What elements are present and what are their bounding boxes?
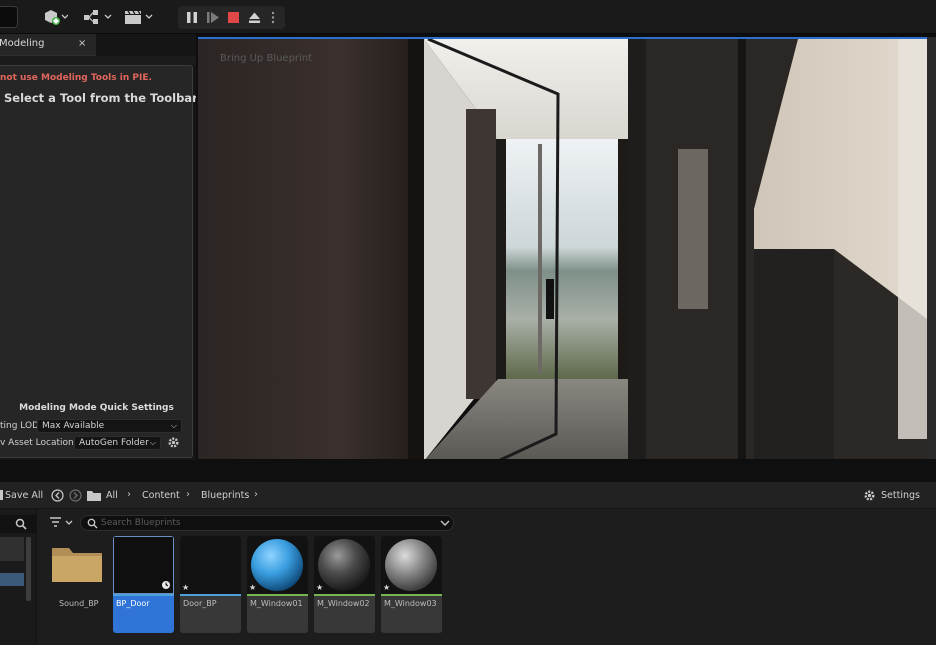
search-icon xyxy=(87,518,98,529)
star-icon: ★ xyxy=(383,583,391,592)
panel-splitter[interactable] xyxy=(0,460,936,482)
breadcrumb-separator: › xyxy=(127,489,131,500)
breadcrumb-all[interactable]: All xyxy=(106,490,118,501)
asset-type-bar xyxy=(180,594,241,596)
blueprint-button[interactable] xyxy=(83,7,112,27)
viewport-side-toolbar xyxy=(927,37,936,459)
pause-icon[interactable] xyxy=(184,10,200,25)
asset-folder-sound-bp[interactable]: Sound_BP xyxy=(48,536,109,633)
tab-modeling[interactable]: Modeling × xyxy=(0,34,96,56)
breadcrumb-blueprints[interactable]: Blueprints xyxy=(201,490,249,501)
sources-item-selected[interactable] xyxy=(0,573,24,586)
settings-button[interactable]: Settings xyxy=(881,490,920,501)
asset-type-bar xyxy=(314,594,375,596)
lod-dropdown[interactable]: Max Available ⌵ xyxy=(37,419,182,433)
unreal-editor: Modeling × not use Modeling Tools in PIE… xyxy=(0,0,936,645)
modeling-panel: not use Modeling Tools in PIE. Select a … xyxy=(0,65,198,458)
eject-icon[interactable] xyxy=(247,10,263,25)
asset-m-window01[interactable]: ★ M_Window01 xyxy=(247,536,308,633)
sources-item[interactable] xyxy=(0,537,24,561)
sources-panel xyxy=(0,509,37,645)
search-icon[interactable] xyxy=(15,518,27,530)
mode-selector[interactable] xyxy=(0,6,18,28)
asset-name: BP_Door xyxy=(116,599,150,608)
asset-m-window03[interactable]: ★ M_Window03 xyxy=(381,536,442,633)
chevron-down-icon[interactable] xyxy=(440,520,450,527)
asset-name: M_Window01 xyxy=(250,599,303,608)
filter-button[interactable] xyxy=(49,516,76,530)
clock-icon xyxy=(162,581,170,589)
lod-value: Max Available xyxy=(42,421,105,431)
filter-icon xyxy=(50,517,61,527)
search-placeholder: Search Blueprints xyxy=(101,518,181,528)
asset-bp-door[interactable]: BP_Door xyxy=(113,536,174,633)
pie-warning-text: not use Modeling Tools in PIE. xyxy=(0,73,152,83)
search-blueprints-input[interactable]: Search Blueprints xyxy=(80,515,454,531)
forward-icon[interactable] xyxy=(69,489,82,502)
tab-modeling-label: Modeling xyxy=(0,38,45,49)
star-icon: ★ xyxy=(249,583,257,592)
add-actor-button[interactable] xyxy=(42,7,68,27)
save-all-button[interactable]: Save All xyxy=(5,490,43,501)
asset-location-value: AutoGen Folder xyxy=(79,438,149,448)
asset-type-bar xyxy=(381,594,442,596)
blueprint-icon xyxy=(84,10,112,24)
level-viewport[interactable]: Bring Up Blueprint xyxy=(198,37,927,459)
asset-name: M_Window02 xyxy=(317,599,370,608)
folder-icon xyxy=(87,491,101,501)
viewport-scene: Bring Up Blueprint xyxy=(198,39,927,459)
more-options-icon[interactable] xyxy=(268,10,278,25)
play-controls xyxy=(178,6,285,29)
breadcrumb-separator: › xyxy=(186,489,190,500)
save-icon xyxy=(0,490,3,500)
asset-location-label: v Asset Location xyxy=(0,438,74,448)
panel-divider xyxy=(0,56,196,65)
asset-type-bar xyxy=(247,594,308,596)
asset-door-bp[interactable]: ★ Door_BP xyxy=(180,536,241,633)
main-toolbar xyxy=(0,0,936,34)
gear-icon[interactable] xyxy=(167,436,180,449)
back-icon[interactable] xyxy=(51,489,64,502)
folder-icon xyxy=(52,548,102,582)
add-actor-icon xyxy=(45,10,68,25)
clapperboard-icon xyxy=(125,10,153,24)
asset-name: M_Window03 xyxy=(384,599,437,608)
quick-settings-title: Modeling Mode Quick Settings xyxy=(19,403,174,413)
star-icon: ★ xyxy=(316,583,324,592)
cinematics-button[interactable] xyxy=(124,7,154,27)
frame-advance-icon[interactable] xyxy=(205,10,221,25)
asset-name: Door_BP xyxy=(183,599,217,608)
asset-type-bar xyxy=(113,594,174,596)
select-tool-hint: Select a Tool from the Toolbar xyxy=(4,91,198,105)
chevron-down-icon: ⌵ xyxy=(149,438,156,447)
breadcrumb-separator: › xyxy=(254,489,258,500)
sources-scrollbar[interactable] xyxy=(26,537,31,601)
chevron-down-icon: ⌵ xyxy=(170,421,177,430)
content-browser-toolbar: Save All All › Content › Blueprints › Se… xyxy=(0,482,936,509)
asset-location-dropdown[interactable]: AutoGen Folder ⌵ xyxy=(74,436,161,450)
star-icon: ★ xyxy=(182,583,190,592)
gear-icon[interactable] xyxy=(863,489,876,502)
asset-m-window02[interactable]: ★ M_Window02 xyxy=(314,536,375,633)
lod-label: ting LOD xyxy=(0,421,40,431)
breadcrumb-content[interactable]: Content xyxy=(142,490,180,501)
viewport-overlay-text: Bring Up Blueprint xyxy=(220,53,312,64)
close-icon[interactable]: × xyxy=(78,38,86,49)
asset-name: Sound_BP xyxy=(59,599,99,608)
stop-icon[interactable] xyxy=(226,10,242,25)
